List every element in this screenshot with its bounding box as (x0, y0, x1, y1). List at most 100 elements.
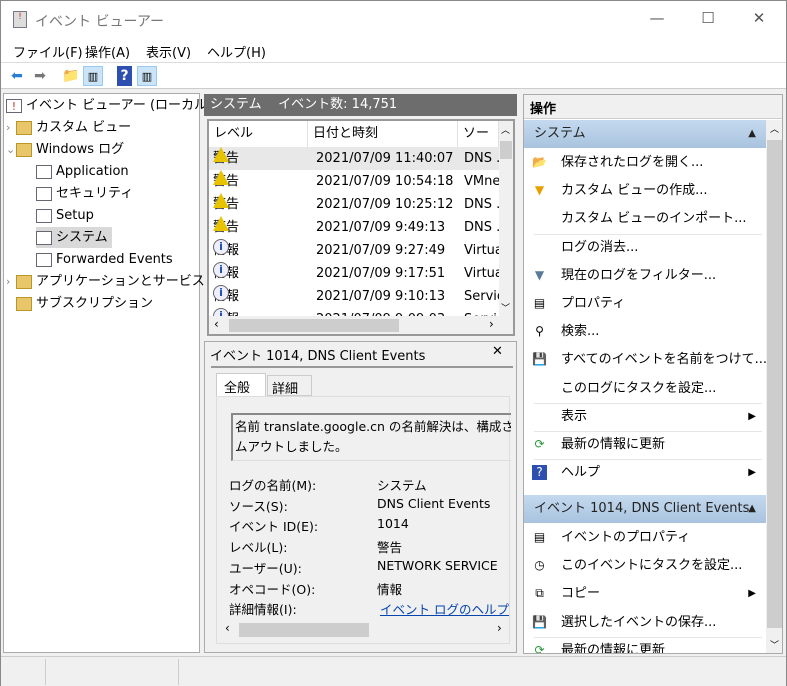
actions-scrollbar[interactable]: ︿ ﹀ (766, 120, 782, 653)
field-value: 情報 (377, 581, 403, 597)
scroll-left-icon[interactable]: ‹ (225, 621, 230, 635)
close-button[interactable]: ✕ (744, 9, 774, 29)
column-datetime[interactable]: 日付と時刻 (308, 121, 458, 147)
expander-icon[interactable]: › (6, 271, 16, 292)
scroll-thumb[interactable] (229, 319, 399, 332)
event-message[interactable]: 名前 translate.google.cn の名前解決は、構成さ ムアウトしま… (231, 413, 511, 461)
close-detail-icon[interactable]: ✕ (492, 344, 503, 359)
event-row[interactable]: 警告 2021/07/09 9:49:13 DNS . (209, 216, 499, 239)
action-item[interactable]: 📂 保存されたログを開く... (524, 149, 766, 177)
action-item[interactable]: ▤ プロパティ (524, 290, 766, 318)
back-icon[interactable]: ⬅ (7, 66, 27, 86)
level-cell: i情報 (213, 262, 308, 285)
scroll-up-icon[interactable]: ︿ (770, 122, 779, 135)
action-label: 最新の情報に更新 (561, 642, 666, 654)
action-item[interactable]: 表示 ▶ (524, 403, 766, 431)
action-item[interactable]: ⟳ 最新の情報に更新 (524, 431, 766, 459)
action-label: このログにタスクを設定... (561, 380, 717, 396)
event-viewer-window: ! イベント ビューアー — ☐ ✕ ファイル(F) 操作(A) 表示(V) ヘ… (0, 0, 787, 686)
event-row[interactable]: 警告 2021/07/09 10:25:12 DNS . (209, 193, 499, 216)
scroll-down-icon[interactable]: ﹀ (501, 301, 510, 314)
collapse-icon[interactable]: ▲ (748, 120, 756, 148)
action-item[interactable]: このログにタスクを設定... (524, 375, 766, 403)
action-label: 表示 (561, 408, 588, 424)
tab-general[interactable]: 全般 (216, 373, 266, 397)
show-action-pane-icon[interactable]: ▥ (137, 66, 157, 86)
menu-view[interactable]: 表示(V) (146, 42, 191, 61)
action-item[interactable]: ? ヘルプ ▶ (524, 459, 766, 487)
action-label: このイベントにタスクを設定... (561, 558, 743, 574)
event-row[interactable]: 警告 2021/07/09 11:40:07 DNS . (209, 147, 499, 170)
detail-title: イベント 1014, DNS Client Events (210, 349, 426, 364)
expander-icon[interactable]: › (6, 117, 16, 138)
scroll-thumb[interactable] (500, 141, 512, 159)
maximize-button[interactable]: ☐ (693, 9, 723, 29)
event-row[interactable]: i情報 2021/07/09 9:09:03 Servic (209, 308, 499, 316)
tree-item[interactable]: Application (36, 161, 133, 182)
log-icon (36, 164, 52, 179)
action-item[interactable]: 💾 すべてのイベントを名前をつけて... (524, 346, 766, 374)
tree-item[interactable]: ⌄ Windows ログ (6, 139, 128, 160)
action-item[interactable]: ⧉ コピー ▶ (524, 580, 766, 608)
scroll-left-icon[interactable]: ‹ (214, 317, 219, 331)
filter-icon: ▼ (534, 267, 545, 282)
action-item[interactable]: 💾 選択したイベントの保存... (524, 609, 766, 637)
minimize-button[interactable]: — (642, 9, 672, 29)
action-item[interactable]: ▼ 現在のログをフィルター... (524, 262, 766, 290)
action-item[interactable]: ⟳ 最新の情報に更新 (524, 637, 766, 654)
menu-help[interactable]: ヘルプ(H) (207, 42, 266, 61)
tree-item-label: セキュリティ (56, 186, 134, 201)
event-log-help-link[interactable]: イベント ログのヘルプ (380, 599, 509, 618)
log-icon (36, 230, 52, 245)
tab-details[interactable]: 詳細 (267, 375, 312, 397)
scroll-thumb[interactable] (767, 140, 782, 628)
actions-section-header[interactable]: イベント 1014, DNS Client Events ▲ (524, 495, 766, 523)
collapse-icon[interactable]: ▲ (748, 495, 756, 523)
horizontal-scrollbar[interactable]: ‹ › (221, 621, 507, 639)
event-row[interactable]: 警告 2021/07/09 10:54:18 VMne (209, 170, 499, 193)
tree-item[interactable]: › アプリケーションとサービス ログ (6, 271, 239, 292)
console-tree: ! イベント ビューアー (ローカル) › カスタム ビュー ⌄ Windows ログ A… (3, 93, 235, 653)
status-bar (1, 656, 786, 686)
scroll-right-icon[interactable]: › (497, 621, 502, 635)
tree-item[interactable]: システム (36, 227, 112, 248)
event-row[interactable]: i情報 2021/07/09 9:27:49 Virtua (209, 239, 499, 262)
action-label: すべてのイベントを名前をつけて... (561, 352, 766, 368)
scroll-thumb[interactable] (239, 623, 369, 637)
log-header: システム イベント数: 14,751 (204, 94, 517, 116)
warning-icon (213, 147, 229, 162)
help-icon[interactable]: ? (117, 66, 132, 86)
vertical-scrollbar[interactable]: ︿ ﹀ (499, 121, 513, 316)
action-item[interactable]: ◷ このイベントにタスクを設定... (524, 552, 766, 580)
open-folder-icon[interactable]: 📁 (61, 66, 81, 86)
tree-item[interactable]: › カスタム ビュー (6, 117, 135, 138)
event-row[interactable]: i情報 2021/07/09 9:17:51 Virtua (209, 262, 499, 285)
column-level[interactable]: レベル (209, 121, 308, 147)
action-item[interactable]: ▼ カスタム ビューの作成... (524, 177, 766, 205)
tree-item[interactable]: Forwarded Events (36, 249, 177, 270)
action-item[interactable]: カスタム ビューのインポート... (524, 205, 766, 233)
horizontal-scrollbar[interactable]: ‹ › (209, 316, 513, 334)
scroll-up-icon[interactable]: ︿ (501, 123, 510, 136)
tree-item[interactable]: Setup (36, 205, 98, 226)
field-label: ソース(S): (229, 498, 288, 514)
column-source[interactable]: ソース (458, 121, 499, 147)
scroll-down-icon[interactable]: ﹀ (770, 638, 779, 651)
properties-icon: ▤ (533, 530, 546, 544)
forward-icon[interactable]: ➡ (30, 66, 50, 86)
scroll-right-icon[interactable]: › (489, 317, 494, 331)
action-item[interactable]: ▤ イベントのプロパティ (524, 524, 766, 552)
event-row[interactable]: i情報 2021/07/09 9:10:13 Servic (209, 285, 499, 308)
show-tree-icon[interactable]: ▥ (83, 66, 103, 86)
menu-file[interactable]: ファイル(F) (13, 42, 83, 61)
action-item[interactable]: ログの消去... (524, 234, 766, 262)
tree-root[interactable]: ! イベント ビューアー (ローカル) (6, 95, 212, 116)
expander-icon[interactable]: ⌄ (6, 139, 16, 160)
tree-item[interactable]: セキュリティ (36, 183, 137, 204)
menu-action[interactable]: 操作(A) (85, 42, 130, 61)
tree-item[interactable]: サブスクリプション (6, 293, 157, 314)
action-item[interactable]: ⚲ 検索... (524, 318, 766, 346)
event-list: レベル 日付と時刻 ソース 警告 2021/07/09 11:40:07 DNS .… (207, 119, 515, 336)
source-cell: VMne (464, 174, 499, 189)
actions-section-header[interactable]: システム ▲ (524, 120, 766, 148)
